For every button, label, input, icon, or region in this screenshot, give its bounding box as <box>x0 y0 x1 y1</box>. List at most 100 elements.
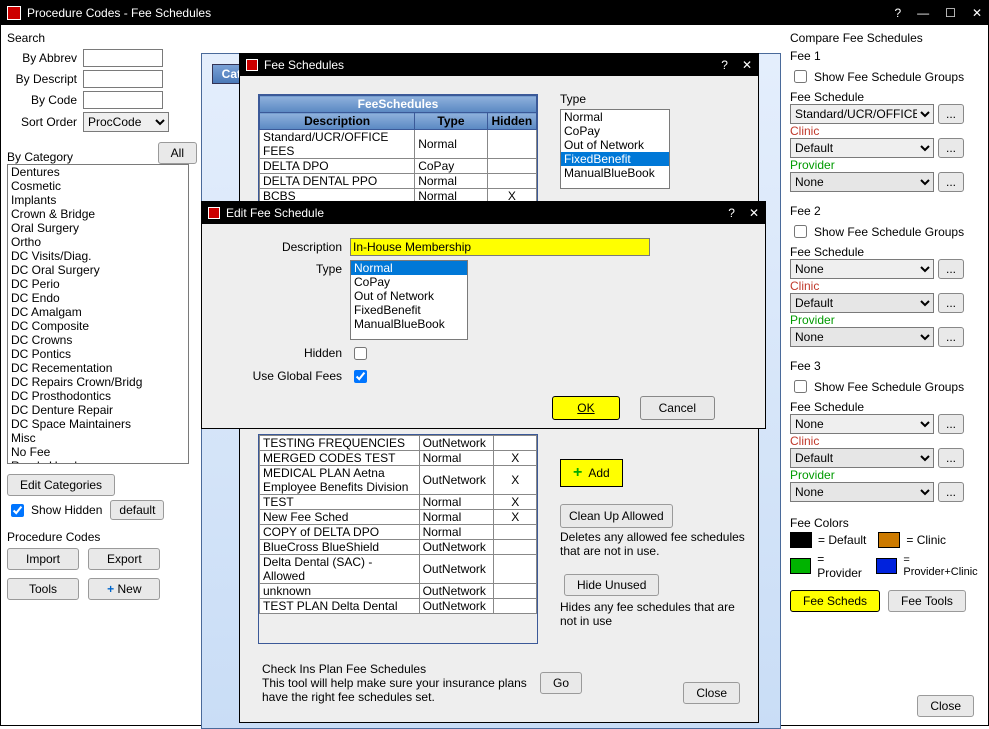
category-item[interactable]: Crown & Bridge <box>8 207 188 221</box>
fee1-show-groups-checkbox[interactable] <box>794 70 807 83</box>
type-option[interactable]: FixedBenefit <box>351 303 467 317</box>
edit-fee-close-x[interactable]: ✕ <box>749 206 759 220</box>
type-option[interactable]: CoPay <box>561 124 669 138</box>
minimize-button[interactable]: — <box>917 6 929 20</box>
category-item[interactable]: DC Recementation <box>8 361 188 375</box>
fee1-clinic-more[interactable]: ... <box>938 138 964 158</box>
new-proc-button[interactable]: + New <box>88 578 160 600</box>
by-code-input[interactable] <box>83 91 163 109</box>
fee-schedule-row[interactable]: TEST PLAN Delta DentalOutNetwork <box>260 599 537 614</box>
fee2-show-groups-checkbox[interactable] <box>794 225 807 238</box>
category-item[interactable]: DC Amalgam <box>8 305 188 319</box>
fee-schedule-row[interactable]: DELTA DPOCoPay <box>260 159 537 174</box>
edit-categories-button[interactable]: Edit Categories <box>7 474 115 496</box>
fee2-clinic-more[interactable]: ... <box>938 293 964 313</box>
type-field-listbox[interactable]: NormalCoPayOut of NetworkFixedBenefitMan… <box>350 260 468 340</box>
fee-schedule-row[interactable]: BlueCross BlueShieldOutNetwork <box>260 540 537 555</box>
type-option[interactable]: ManualBlueBook <box>561 166 669 180</box>
fee-tools-button[interactable]: Fee Tools <box>888 590 966 612</box>
edit-fee-help[interactable]: ? <box>728 206 735 220</box>
category-item[interactable]: DC Pontics <box>8 347 188 361</box>
tools-button[interactable]: Tools <box>7 578 79 600</box>
category-item[interactable]: DC Composite <box>8 319 188 333</box>
category-item[interactable]: DC Denture Repair <box>8 403 188 417</box>
fee3-show-groups-checkbox[interactable] <box>794 380 807 393</box>
fee-schedules-help[interactable]: ? <box>721 58 728 72</box>
category-item[interactable]: DC Perio <box>8 277 188 291</box>
ok-button[interactable]: OK <box>552 396 619 420</box>
category-item[interactable]: DC Oral Surgery <box>8 263 188 277</box>
export-button[interactable]: Export <box>88 548 160 570</box>
add-fee-schedule-button[interactable]: +Add <box>560 459 623 487</box>
category-item[interactable]: Implants <box>8 193 188 207</box>
type-option[interactable]: Out of Network <box>561 138 669 152</box>
category-listbox[interactable]: DenturesCosmeticImplantsCrown & BridgeOr… <box>7 164 189 464</box>
fee-schedules-close-button[interactable]: Close <box>683 682 740 704</box>
category-item[interactable]: DC Prosthodontics <box>8 389 188 403</box>
use-global-fees-checkbox[interactable] <box>354 370 367 383</box>
fee3-provider-select[interactable]: None <box>790 482 934 502</box>
maximize-button[interactable]: ☐ <box>945 6 956 20</box>
category-item[interactable]: Dentures <box>8 165 188 179</box>
type-option[interactable]: FixedBenefit <box>561 152 669 166</box>
type-option[interactable]: Normal <box>351 261 467 275</box>
fee1-fee-sched-more[interactable]: ... <box>938 104 964 124</box>
fee2-provider-more[interactable]: ... <box>938 327 964 347</box>
category-item[interactable]: DC Visits/Diag. <box>8 249 188 263</box>
type-option[interactable]: Normal <box>561 110 669 124</box>
fee1-clinic-select[interactable]: Default <box>790 138 934 158</box>
fee-schedule-row[interactable]: New Fee SchedNormalX <box>260 510 537 525</box>
category-item[interactable]: Cosmetic <box>8 179 188 193</box>
hidden-checkbox[interactable] <box>354 347 367 360</box>
fee3-clinic-more[interactable]: ... <box>938 448 964 468</box>
type-option[interactable]: CoPay <box>351 275 467 289</box>
fee3-clinic-select[interactable]: Default <box>790 448 934 468</box>
fee1-fee-sched-select[interactable]: Standard/UCR/OFFICE FEE <box>790 104 934 124</box>
help-button[interactable]: ? <box>894 6 901 20</box>
fee-schedule-row[interactable]: Standard/UCR/OFFICE FEESNormal <box>260 130 537 159</box>
fee3-fee-sched-select[interactable]: None <box>790 414 934 434</box>
fee-schedule-row[interactable]: DELTA DENTAL PPONormal <box>260 174 537 189</box>
category-item[interactable]: DC Endo <box>8 291 188 305</box>
all-categories-button[interactable]: All <box>158 142 197 164</box>
type-option[interactable]: ManualBlueBook <box>351 317 467 331</box>
default-button[interactable]: default <box>110 500 164 520</box>
fee2-fee-sched-more[interactable]: ... <box>938 259 964 279</box>
type-option[interactable]: Out of Network <box>351 289 467 303</box>
category-item[interactable]: No Fee <box>8 445 188 459</box>
category-item[interactable]: Ortho <box>8 235 188 249</box>
import-button[interactable]: Import <box>7 548 79 570</box>
fee2-clinic-select[interactable]: Default <box>790 293 934 313</box>
category-item[interactable]: DC Space Maintainers <box>8 417 188 431</box>
type-listbox[interactable]: NormalCoPayOut of NetworkFixedBenefitMan… <box>560 109 670 189</box>
col-hidden[interactable]: Hidden <box>487 113 536 130</box>
fee-schedule-row[interactable]: MERGED CODES TESTNormalX <box>260 451 537 466</box>
main-close-button[interactable]: Close <box>917 695 974 717</box>
category-item[interactable]: Rarely Used <box>8 459 188 464</box>
show-hidden-checkbox[interactable] <box>11 504 24 517</box>
check-ins-go-button[interactable]: Go <box>540 672 582 694</box>
fee2-fee-sched-select[interactable]: None <box>790 259 934 279</box>
fee3-fee-sched-more[interactable]: ... <box>938 414 964 434</box>
fee3-provider-more[interactable]: ... <box>938 482 964 502</box>
fee-schedules-close-x[interactable]: ✕ <box>742 58 752 72</box>
category-item[interactable]: Misc <box>8 431 188 445</box>
sort-order-select[interactable]: ProcCode <box>83 112 169 132</box>
fee-schedule-row[interactable]: MEDICAL PLAN Aetna Employee Benefits Div… <box>260 466 537 495</box>
fee-scheds-button[interactable]: Fee Scheds <box>790 590 880 612</box>
col-description[interactable]: Description <box>260 113 415 130</box>
by-abbrev-input[interactable] <box>83 49 163 67</box>
category-item[interactable]: DC Crowns <box>8 333 188 347</box>
fee-schedule-row[interactable]: TESTNormalX <box>260 495 537 510</box>
category-item[interactable]: DC Repairs Crown/Bridg <box>8 375 188 389</box>
fee-schedules-grid-lower[interactable]: TESTING FREQUENCIESOutNetworkMERGED CODE… <box>258 434 538 644</box>
category-item[interactable]: Oral Surgery <box>8 221 188 235</box>
clean-up-allowed-button[interactable]: Clean Up Allowed <box>560 504 673 528</box>
close-button[interactable]: ✕ <box>972 6 982 20</box>
fee1-provider-more[interactable]: ... <box>938 172 964 192</box>
description-input[interactable] <box>350 238 650 256</box>
fee-schedule-row[interactable]: unknownOutNetwork <box>260 584 537 599</box>
fee-schedule-row[interactable]: Delta Dental (SAC) - AllowedOutNetwork <box>260 555 537 584</box>
fee-schedule-row[interactable]: COPY of DELTA DPONormal <box>260 525 537 540</box>
fee-schedule-row[interactable]: TESTING FREQUENCIESOutNetwork <box>260 436 537 451</box>
